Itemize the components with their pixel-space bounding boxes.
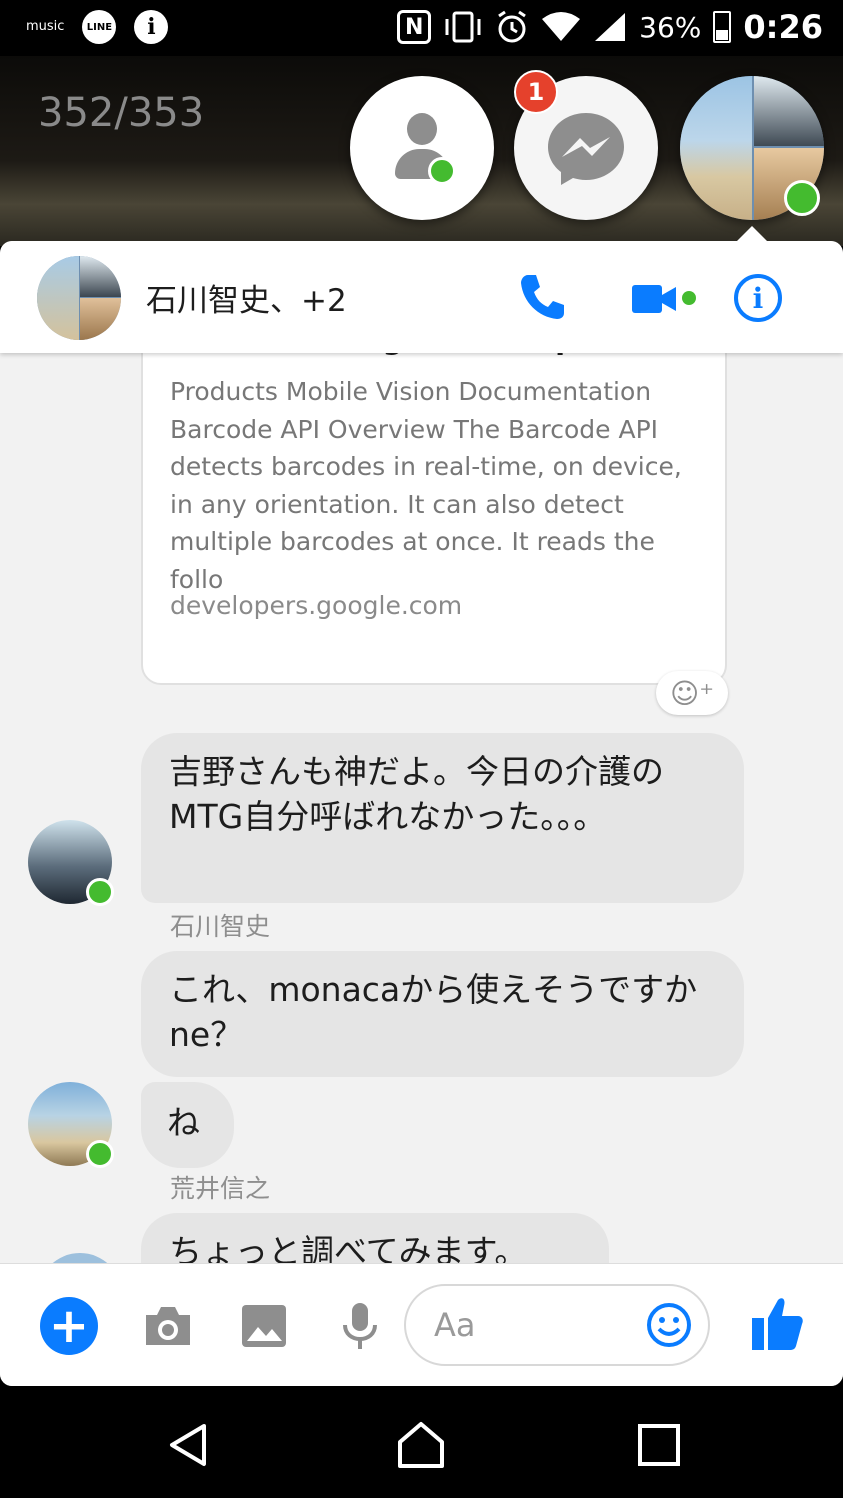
wifi-icon [542, 12, 581, 41]
vibrate-icon [445, 11, 481, 43]
microphone-icon[interactable] [334, 1301, 386, 1351]
alarm-icon [498, 10, 527, 43]
online-indicator [784, 180, 820, 216]
link-domain: developers.google.com [170, 591, 463, 620]
photo-counter: 352/353 [38, 90, 205, 136]
person-icon [392, 113, 456, 185]
video-online-indicator [682, 291, 696, 305]
info-icon[interactable]: i [734, 274, 782, 322]
phone-call-icon[interactable] [516, 271, 568, 323]
link-description: Products Mobile Vision Documentation Bar… [170, 377, 682, 594]
sender-name: 石川智史 [170, 912, 271, 941]
signal-icon [595, 13, 626, 41]
avatar[interactable] [38, 1253, 122, 1263]
conversation-title[interactable]: 石川智史、+2 [146, 275, 347, 320]
conversation-header: 石川智史、+2 i [0, 241, 843, 353]
video-call-icon[interactable] [630, 279, 678, 319]
thumbs-up-icon[interactable] [748, 1294, 804, 1354]
back-icon[interactable] [164, 1420, 214, 1470]
group-avatar[interactable] [37, 256, 121, 340]
battery-icon [713, 11, 732, 43]
chat-panel: 石川智史、+2 i Barcode API Overview ｜ Mobile … [0, 241, 843, 1386]
message-bubble[interactable]: これ、monacaから使えそうですかne？ [141, 951, 744, 1077]
message-bubble[interactable]: ちょっと調べてみます。 [141, 1213, 609, 1263]
active-head-pointer [736, 226, 768, 242]
status-bar: music LINE i N 36% 0:26 [0, 0, 843, 56]
message-bubble[interactable]: 吉野さんも神だよ。今日の介護のMTG自分呼ばれなかった。。。 [141, 733, 744, 903]
emoji-icon[interactable] [646, 1302, 692, 1348]
add-more-button[interactable]: + [40, 1297, 98, 1355]
contacts-chat-head[interactable] [350, 76, 494, 220]
group-photo-1 [680, 76, 752, 220]
amazon-music-icon: music [26, 19, 65, 34]
messenger-icon [548, 113, 624, 185]
group-photo-2 [754, 76, 824, 146]
composer-bar: + Aa [0, 1263, 843, 1386]
online-indicator [86, 878, 114, 906]
battery-percent: 36% [639, 10, 702, 44]
online-indicator [428, 157, 456, 185]
message-input-placeholder: Aa [434, 1306, 476, 1344]
recent-apps-icon[interactable] [634, 1420, 684, 1470]
message-input[interactable]: Aa [404, 1284, 710, 1366]
clock: 0:26 [743, 8, 823, 46]
unread-badge: 1 [514, 70, 558, 114]
system-nav-bar [0, 1386, 843, 1498]
image-icon[interactable] [238, 1301, 290, 1351]
sender-name: 荒井信之 [170, 1174, 271, 1203]
message-list[interactable]: Barcode API Overview ｜ Mobile Vision ｜ G… [0, 241, 843, 1263]
online-indicator [86, 1140, 114, 1168]
info-notification-icon: i [134, 10, 169, 44]
line-app-icon: LINE [82, 10, 117, 44]
camera-icon[interactable] [142, 1301, 194, 1351]
add-reaction-button[interactable]: ☺⁺ [656, 671, 728, 715]
home-icon[interactable] [396, 1420, 446, 1470]
nfc-icon: N [397, 10, 432, 44]
message-bubble[interactable]: ね [141, 1082, 234, 1168]
